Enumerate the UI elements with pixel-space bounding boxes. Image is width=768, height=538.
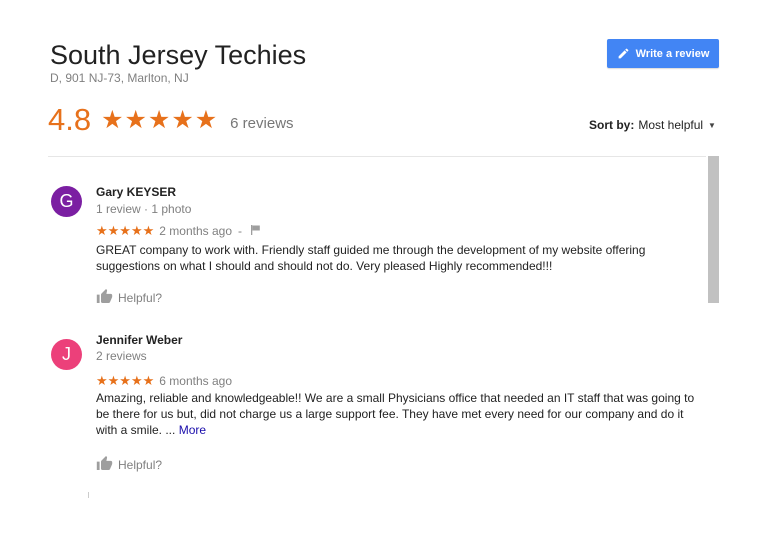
rating-value: 4.8 xyxy=(48,102,92,137)
avatar-initial: J xyxy=(62,344,71,364)
review-text: Amazing, reliable and knowledgeable!! We… xyxy=(96,390,706,438)
reviewer-name[interactable]: Jennifer Weber xyxy=(96,333,182,347)
helpful-label: Helpful? xyxy=(118,290,163,305)
sort-label: Sort by: xyxy=(589,118,635,132)
sort-dropdown[interactable]: Sort by: Most helpful ▼ xyxy=(589,118,716,132)
review-rating-line: ★★★★★ 6 months ago xyxy=(96,373,232,389)
write-review-label: Write a review xyxy=(635,47,710,60)
thumbs-up-icon xyxy=(96,289,113,306)
caret-down-icon: ▼ xyxy=(708,120,716,130)
review-text: GREAT company to work with. Friendly sta… xyxy=(96,243,646,273)
flag-icon[interactable] xyxy=(250,224,261,238)
review-stars: ★★★★★ xyxy=(96,223,155,238)
avatar-initial: G xyxy=(59,191,74,211)
thumbs-up-icon xyxy=(96,456,113,473)
header-divider xyxy=(48,156,706,157)
reviewer-meta: 2 reviews xyxy=(96,349,147,363)
business-name: South Jersey Techies xyxy=(50,40,307,70)
review-count: 6 reviews xyxy=(230,114,294,132)
review-time: 2 months ago xyxy=(159,224,232,238)
helpful-label: Helpful? xyxy=(118,457,163,472)
rating-summary: 4.8 ★★★★★ 6 reviews xyxy=(48,102,294,138)
review-rating-line: ★★★★★ 2 months ago - xyxy=(96,223,261,239)
business-address: D, 901 NJ-73, Marlton, NJ xyxy=(50,71,189,85)
sort-value: Most helpful xyxy=(638,118,704,132)
pencil-icon xyxy=(617,47,630,60)
reviewer-name[interactable]: Gary KEYSER xyxy=(96,185,176,199)
review-time: 6 months ago xyxy=(159,374,232,388)
write-review-button[interactable]: Write a review xyxy=(607,39,719,68)
scrollbar-thumb[interactable] xyxy=(708,156,719,303)
review-stars: ★★★★★ xyxy=(96,373,155,388)
review-separator: - xyxy=(238,224,242,238)
rating-stars: ★★★★★ xyxy=(101,106,219,134)
reviewer-meta: 1 review · 1 photo xyxy=(96,202,192,216)
more-link[interactable]: More xyxy=(179,423,206,437)
avatar[interactable]: J xyxy=(51,339,82,370)
avatar[interactable]: G xyxy=(51,186,82,217)
helpful-button[interactable]: Helpful? xyxy=(96,456,162,473)
divider-tick xyxy=(88,492,89,498)
helpful-button[interactable]: Helpful? xyxy=(96,289,162,306)
